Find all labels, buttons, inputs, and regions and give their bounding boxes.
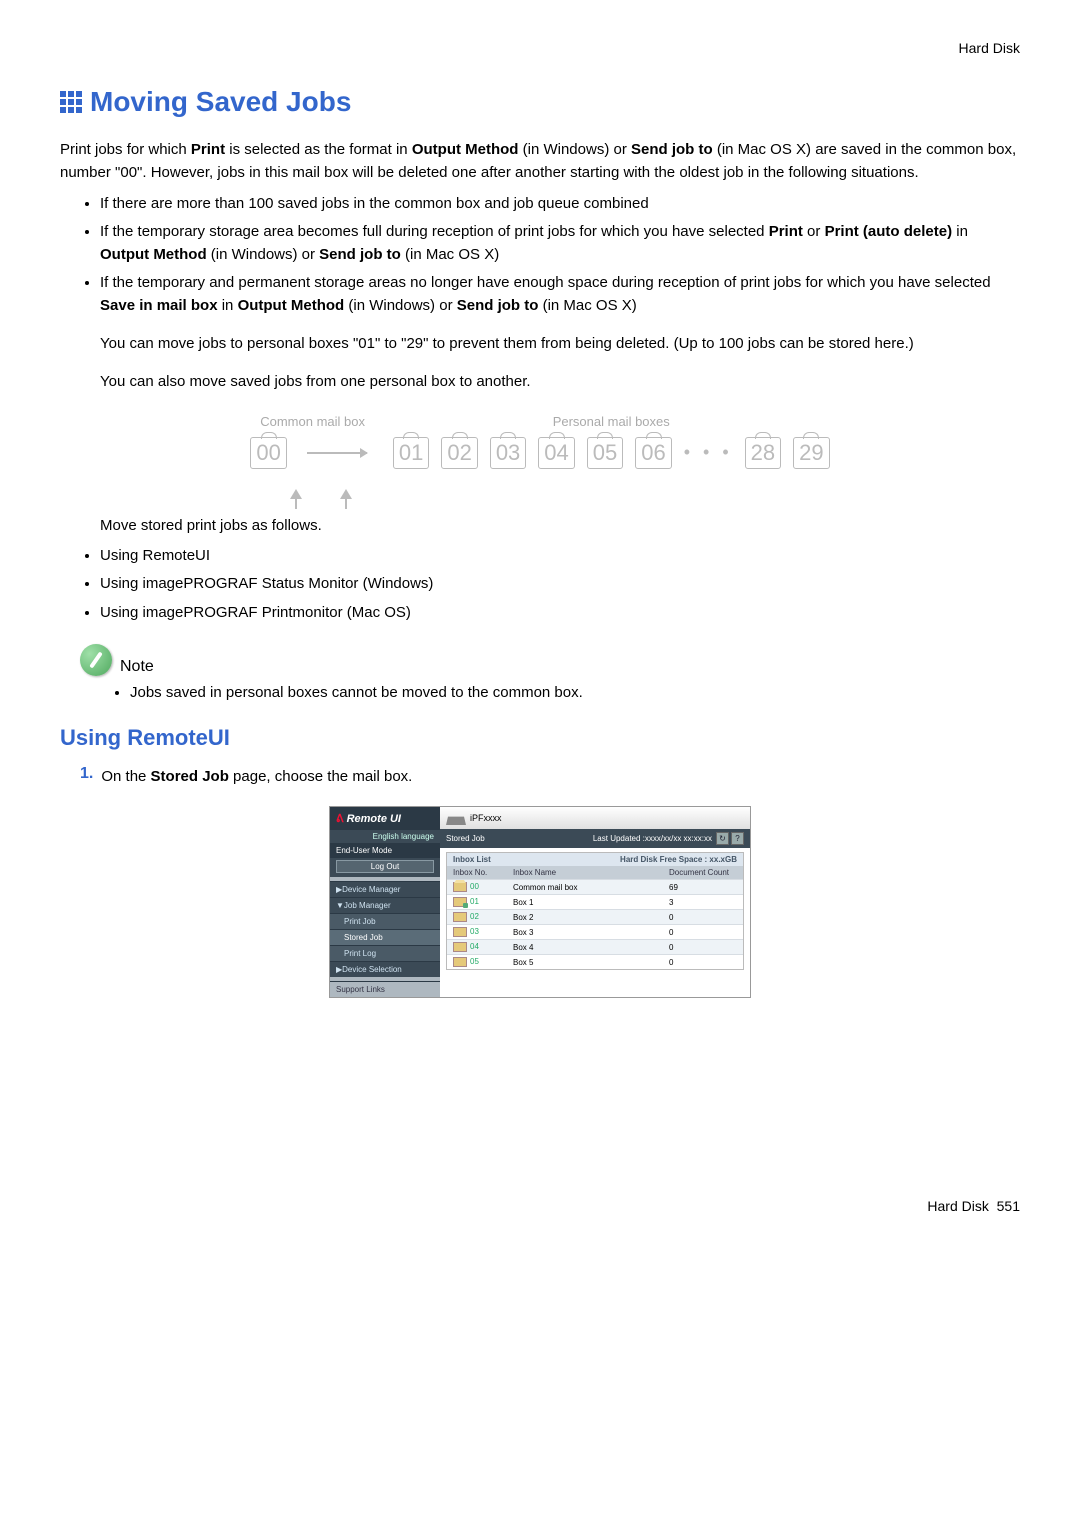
arrow-up-icon xyxy=(340,489,352,499)
nav-print-log[interactable]: Print Log xyxy=(330,945,440,961)
note-label: Note xyxy=(120,658,154,676)
note-text: Jobs saved in personal boxes cannot be m… xyxy=(130,682,1020,705)
col-inbox-name: Inbox Name xyxy=(507,866,663,879)
methods-list: Using RemoteUI Using imagePROGRAF Status… xyxy=(100,545,1020,625)
panel-freespace: Hard Disk Free Space : xx.xGB xyxy=(620,855,737,864)
mode-label: End-User Mode xyxy=(330,843,440,858)
box-05: 05 xyxy=(587,437,623,469)
refresh-icon[interactable]: ↻ xyxy=(716,832,729,845)
move-intro: Move stored print jobs as follows. xyxy=(100,514,1020,537)
nav-support-links[interactable]: Support Links xyxy=(330,981,440,997)
page-footer: Hard Disk 551 xyxy=(60,1198,1020,1214)
intro-paragraph: Print jobs for which Print is selected a… xyxy=(60,138,1020,185)
nav-print-job[interactable]: Print Job xyxy=(330,913,440,929)
panel-title: Inbox List xyxy=(453,855,491,864)
box-02: 02 xyxy=(441,437,477,469)
box-open-icon xyxy=(453,882,467,892)
ellipsis: • • • xyxy=(684,442,733,463)
nav-device-manager[interactable]: ▶Device Manager xyxy=(330,881,440,897)
subsection-title: Using RemoteUI xyxy=(60,725,1020,751)
inbox-number: 03 xyxy=(470,927,479,936)
logout-button[interactable]: Log Out xyxy=(336,860,434,873)
table-row[interactable]: 05 Box 50 xyxy=(447,954,743,969)
box-04: 04 xyxy=(538,437,574,469)
box-06: 06 xyxy=(635,437,671,469)
doc-count: 0 xyxy=(663,911,743,924)
table-row[interactable]: 01 Box 13 xyxy=(447,894,743,909)
after-text-2: You can also move saved jobs from one pe… xyxy=(100,370,1020,393)
mailbox-diagram: Common mail box 00 Personal mail boxes 0… xyxy=(60,414,1020,499)
box-01: 01 xyxy=(393,437,429,469)
inbox-name: Common mail box xyxy=(507,881,663,894)
table-row[interactable]: 02 Box 20 xyxy=(447,909,743,924)
method-1: Using RemoteUI xyxy=(100,545,1020,568)
box-03: 03 xyxy=(490,437,526,469)
box-29: 29 xyxy=(793,437,829,469)
nav-job-manager[interactable]: ▼Job Manager xyxy=(330,897,440,913)
method-3: Using imagePROGRAF Printmonitor (Mac OS) xyxy=(100,602,1020,625)
arrow-right-icon xyxy=(307,452,367,454)
common-box-label: Common mail box xyxy=(260,414,365,429)
inbox-name: Box 4 xyxy=(507,941,663,954)
bar-updated: Last Updated :xxxx/xx/xx xx:xx:xx xyxy=(593,834,712,843)
nav-stored-job[interactable]: Stored Job xyxy=(330,929,440,945)
condition-1: If there are more than 100 saved jobs in… xyxy=(100,193,1020,216)
table-row[interactable]: 00 Common mail box69 xyxy=(447,879,743,894)
conditions-list: If there are more than 100 saved jobs in… xyxy=(100,193,1020,318)
inbox-number: 05 xyxy=(470,957,479,966)
note-icon xyxy=(80,644,112,676)
box-00: 00 xyxy=(250,437,286,469)
help-icon[interactable]: ? xyxy=(731,832,744,845)
remoteui-screenshot: ᕕ Remote UI English language End-User Mo… xyxy=(329,806,751,998)
box-icon xyxy=(453,957,467,967)
condition-2: If the temporary storage area becomes fu… xyxy=(100,221,1020,266)
header-category: Hard Disk xyxy=(60,40,1020,56)
step-1: 1. On the Stored Job page, choose the ma… xyxy=(80,765,1020,796)
doc-count: 0 xyxy=(663,956,743,969)
table-row[interactable]: 04 Box 40 xyxy=(447,939,743,954)
page-title: Moving Saved Jobs xyxy=(60,86,1020,118)
remoteui-logo: ᕕ Remote UI xyxy=(330,807,440,830)
step-number: 1. xyxy=(80,765,93,796)
box-28: 28 xyxy=(745,437,781,469)
col-doc-count: Document Count xyxy=(663,866,743,879)
box-icon xyxy=(453,927,467,937)
doc-count: 0 xyxy=(663,941,743,954)
bar-title: Stored Job xyxy=(446,834,485,843)
inbox-name: Box 2 xyxy=(507,911,663,924)
printer-icon xyxy=(446,811,466,825)
table-header: Inbox No. Inbox Name Document Count xyxy=(447,866,743,879)
arrow-up-icon xyxy=(290,489,302,499)
inbox-name: Box 1 xyxy=(507,896,663,909)
method-2: Using imagePROGRAF Status Monitor (Windo… xyxy=(100,573,1020,596)
inbox-number: 00 xyxy=(470,882,479,891)
language-link[interactable]: English language xyxy=(330,830,440,843)
nav-device-selection[interactable]: ▶Device Selection xyxy=(330,961,440,977)
doc-count: 69 xyxy=(663,881,743,894)
personal-box-label: Personal mail boxes xyxy=(553,414,670,429)
grid-icon xyxy=(60,91,82,113)
box-icon xyxy=(453,942,467,952)
table-row[interactable]: 03 Box 30 xyxy=(447,924,743,939)
inbox-name: Box 3 xyxy=(507,926,663,939)
doc-count: 3 xyxy=(663,896,743,909)
inbox-name: Box 5 xyxy=(507,956,663,969)
remoteui-main: iPFxxxx Stored Job Last Updated :xxxx/xx… xyxy=(440,807,750,997)
box-icon xyxy=(453,912,467,922)
model-label: iPFxxxx xyxy=(470,813,502,823)
doc-count: 0 xyxy=(663,926,743,939)
condition-3: If the temporary and permanent storage a… xyxy=(100,272,1020,317)
box-lock-icon xyxy=(453,897,467,907)
inbox-number: 02 xyxy=(470,912,479,921)
page-title-text: Moving Saved Jobs xyxy=(90,86,351,118)
col-inbox-no: Inbox No. xyxy=(447,866,507,879)
inbox-number: 04 xyxy=(470,942,479,951)
after-text-1: You can move jobs to personal boxes "01"… xyxy=(100,332,1020,355)
inbox-number: 01 xyxy=(470,897,479,906)
remoteui-sidebar: ᕕ Remote UI English language End-User Mo… xyxy=(330,807,440,997)
